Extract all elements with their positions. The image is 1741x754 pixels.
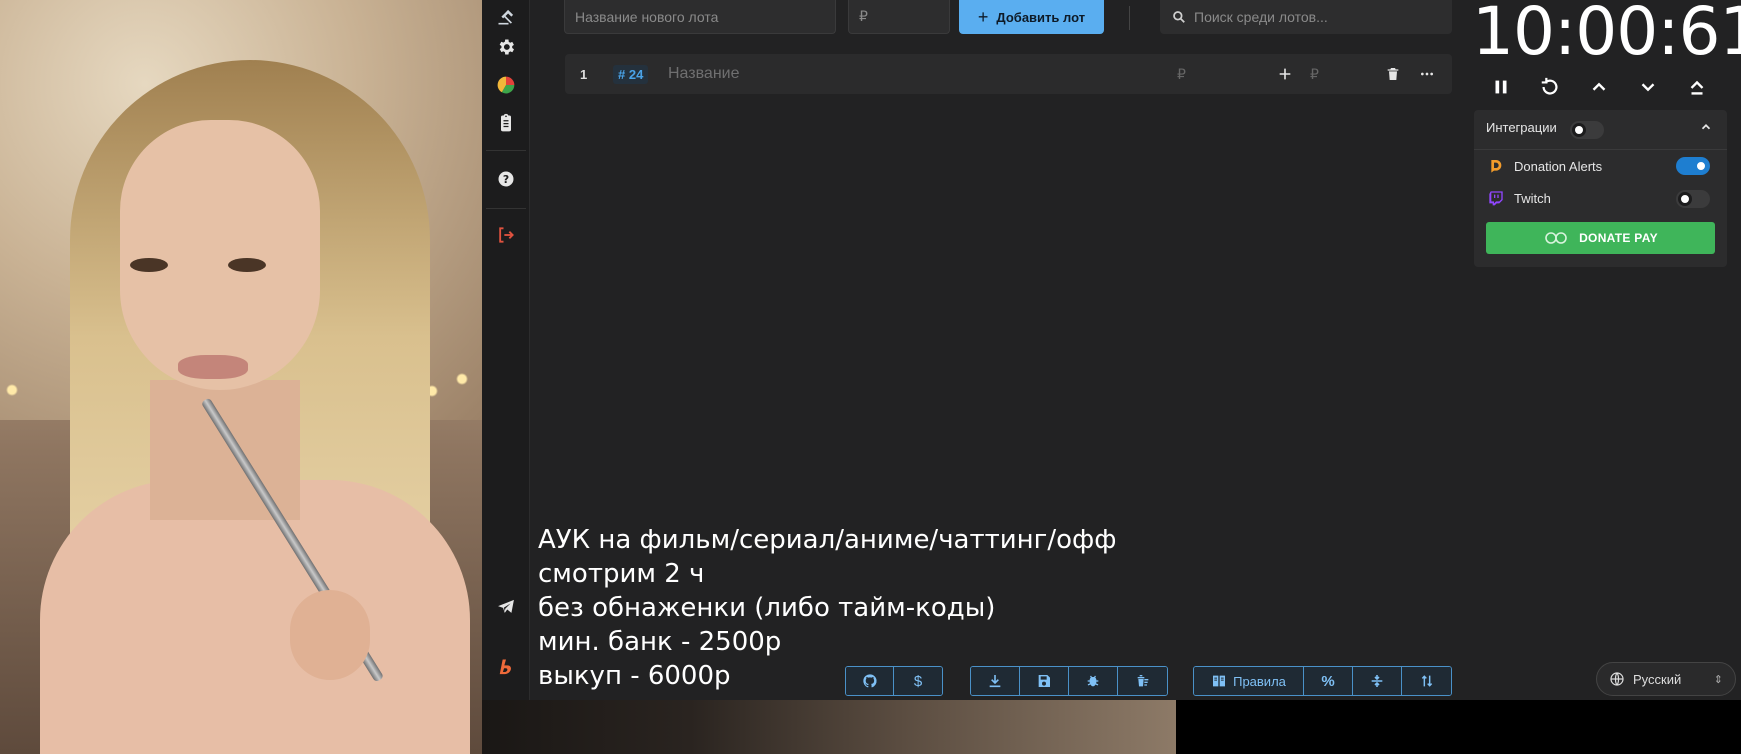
rules-label: Правила <box>1233 673 1286 689</box>
new-lot-name-placeholder: Название нового лота <box>575 8 719 25</box>
plus-icon: + <box>977 7 989 27</box>
logout-icon[interactable] <box>482 218 530 252</box>
add-lot-label: Добавить лот <box>996 9 1086 25</box>
lot-amount: ₽ <box>1177 65 1186 82</box>
help-icon[interactable]: ? <box>482 162 530 196</box>
rules-button[interactable]: Правила <box>1194 667 1304 695</box>
new-lot-name-input[interactable]: Название нового лота <box>564 0 836 34</box>
chevron-down-icon[interactable] <box>1631 70 1665 104</box>
search-icon <box>1173 11 1185 23</box>
github-button[interactable] <box>846 667 894 695</box>
auction-icon[interactable] <box>482 0 530 34</box>
timer-controls <box>1484 70 1714 104</box>
donation-alerts-toggle[interactable] <box>1676 157 1710 175</box>
boosty-icon[interactable] <box>482 650 530 684</box>
pause-icon[interactable] <box>1484 70 1518 104</box>
new-lot-amount-input[interactable]: ₽ <box>848 0 950 34</box>
save-icon <box>1038 675 1050 687</box>
double-chevron-up-icon[interactable] <box>1680 70 1714 104</box>
add-amount-icon[interactable] <box>1277 66 1293 82</box>
integrations-title: Интеграции <box>1486 120 1557 135</box>
lot-id-tag[interactable]: # 24 <box>613 64 649 84</box>
add-lot-button[interactable]: + Добавить лот <box>959 0 1104 34</box>
collapse-icon[interactable] <box>1699 120 1713 139</box>
donate-button[interactable]: $ <box>894 667 942 695</box>
search-placeholder: Поиск среди лотов... <box>1194 9 1328 25</box>
toolbar-divider <box>1129 6 1130 30</box>
rules-icon <box>1213 675 1226 687</box>
github-icon <box>862 674 877 688</box>
twitch-label: Twitch <box>1514 190 1551 206</box>
save-button[interactable] <box>1020 667 1069 695</box>
download-button[interactable] <box>971 667 1020 695</box>
dollar-icon: $ <box>913 672 923 690</box>
bug-report-button[interactable] <box>1069 667 1118 695</box>
lot-index: 1 <box>580 66 588 82</box>
overlay-line: мин. банк - 2500р <box>538 627 782 657</box>
lot-add-amount-input[interactable]: ₽ <box>1310 66 1319 83</box>
twitch-icon <box>1489 191 1503 206</box>
chevron-up-icon[interactable] <box>1582 70 1616 104</box>
stats-pie-icon[interactable] <box>482 68 530 102</box>
svg-text:?: ? <box>503 173 509 186</box>
settings-icon[interactable] <box>482 30 530 64</box>
trash-clear-icon <box>1137 675 1148 687</box>
globe-icon <box>1610 672 1624 686</box>
percent-icon: % <box>1321 672 1335 690</box>
donation-alerts-label: Donation Alerts <box>1514 158 1603 174</box>
sort-button[interactable] <box>1402 667 1451 695</box>
trash-icon[interactable] <box>1385 66 1401 82</box>
select-caret-icon: ⇕ <box>1713 673 1723 686</box>
tools-group: Правила % <box>1193 666 1452 696</box>
integration-donation-alerts: Donation Alerts <box>1488 158 1602 174</box>
more-icon[interactable] <box>1419 66 1435 82</box>
percent-button[interactable]: % <box>1304 667 1353 695</box>
overlay-line: АУК на фильм/сериал/аниме/чаттинг/офф <box>538 525 1117 555</box>
lot-row: 1 # 24 Название ₽ ₽ <box>565 54 1452 94</box>
sort-icon <box>1421 675 1432 687</box>
language-select[interactable]: Русский ⇕ <box>1596 662 1736 696</box>
sidebar: ? <box>482 0 530 700</box>
donatepay-button[interactable]: DONATE PAY <box>1486 222 1715 254</box>
lot-name-input[interactable]: Название <box>668 65 740 83</box>
download-icon <box>989 675 1001 688</box>
reset-icon[interactable] <box>1533 70 1567 104</box>
webcam-feed <box>0 0 482 754</box>
donation-alerts-icon <box>1491 160 1502 173</box>
divide-icon <box>1371 675 1383 687</box>
links-group: $ <box>845 666 943 696</box>
lot-search-input[interactable]: Поиск среди лотов... <box>1160 0 1452 34</box>
webcam-background-strip <box>482 700 1176 754</box>
telegram-icon[interactable] <box>482 590 530 624</box>
donatepay-label: DONATE PAY <box>1579 231 1658 245</box>
integrations-panel: Интеграции Donation Alerts Twitch DONATE… <box>1474 110 1727 267</box>
language-label: Русский <box>1633 671 1682 687</box>
twitch-toggle[interactable] <box>1676 190 1710 208</box>
black-area <box>1176 700 1741 754</box>
donatepay-icon <box>1545 232 1567 244</box>
bug-icon <box>1087 675 1099 687</box>
overlay-line: без обнаженки (либо тайм-коды) <box>538 593 996 623</box>
clipboard-icon[interactable] <box>482 106 530 140</box>
currency-placeholder: ₽ <box>859 8 868 24</box>
integrations-toggle[interactable] <box>1570 121 1604 139</box>
timer-display: 10:00:61 <box>1472 0 1741 70</box>
clear-button[interactable] <box>1118 667 1167 695</box>
integration-twitch: Twitch <box>1488 190 1551 206</box>
overlay-line: смотрим 2 ч <box>538 559 705 589</box>
split-button[interactable] <box>1353 667 1402 695</box>
file-group <box>970 666 1168 696</box>
